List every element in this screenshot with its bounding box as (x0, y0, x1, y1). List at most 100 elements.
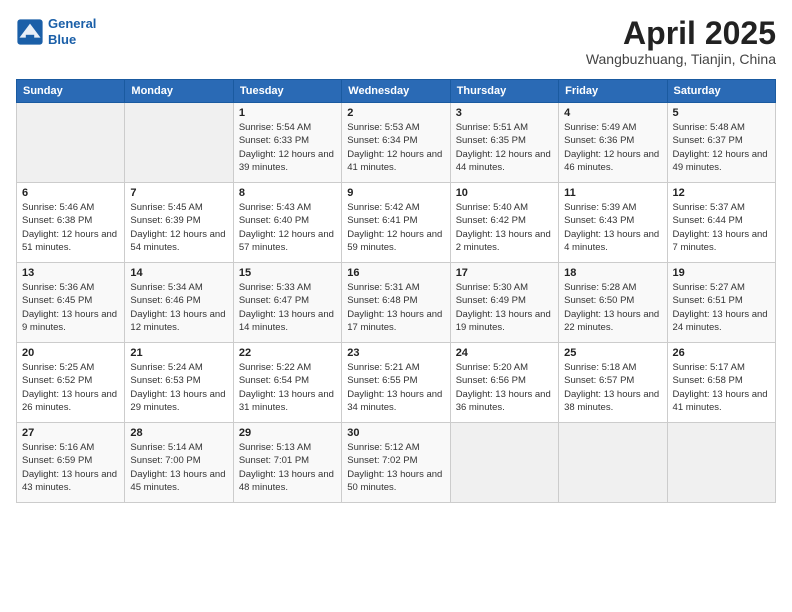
calendar-cell: 9 Sunrise: 5:42 AM Sunset: 6:41 PM Daylig… (342, 183, 450, 263)
day-info: Sunrise: 5:34 AM Sunset: 6:46 PM Dayligh… (130, 281, 227, 334)
day-number: 2 (347, 107, 444, 119)
day-number: 27 (22, 427, 119, 439)
day-info: Sunrise: 5:20 AM Sunset: 6:56 PM Dayligh… (456, 361, 553, 414)
header-saturday: Saturday (667, 80, 775, 103)
day-info: Sunrise: 5:42 AM Sunset: 6:41 PM Dayligh… (347, 201, 444, 254)
calendar-cell: 8 Sunrise: 5:43 AM Sunset: 6:40 PM Daylig… (233, 183, 341, 263)
day-info: Sunrise: 5:46 AM Sunset: 6:38 PM Dayligh… (22, 201, 119, 254)
day-info: Sunrise: 5:49 AM Sunset: 6:36 PM Dayligh… (564, 121, 661, 174)
day-number: 21 (130, 347, 227, 359)
calendar-cell (17, 103, 125, 183)
day-info: Sunrise: 5:54 AM Sunset: 6:33 PM Dayligh… (239, 121, 336, 174)
calendar-cell: 11Sunrise: 5:39 AM Sunset: 6:43 PM Dayli… (559, 183, 667, 263)
logo-line1: General (48, 16, 96, 31)
calendar-cell: 24 Sunrise: 5:20 AM Sunset: 6:56 PM Dayli… (450, 343, 558, 423)
day-number: 29 (239, 427, 336, 439)
month-title: April 2025 (586, 16, 776, 51)
header-sunday: Sunday (17, 80, 125, 103)
day-info: Sunrise: 5:13 AM Sunset: 7:01 PM Dayligh… (239, 441, 336, 494)
header-thursday: Thursday (450, 80, 558, 103)
calendar-header: Sunday Monday Tuesday Wednesday Thursday… (17, 80, 776, 103)
day-number: 9 (347, 187, 444, 199)
calendar-cell: 6 Sunrise: 5:46 AM Sunset: 6:38 PM Daylig… (17, 183, 125, 263)
day-info: Sunrise: 5:18 AM Sunset: 6:57 PM Dayligh… (564, 361, 661, 414)
day-info: Sunrise: 5:24 AM Sunset: 6:53 PM Dayligh… (130, 361, 227, 414)
day-info: Sunrise: 5:16 AM Sunset: 6:59 PM Dayligh… (22, 441, 119, 494)
calendar-row-1: 6 Sunrise: 5:46 AM Sunset: 6:38 PM Daylig… (17, 183, 776, 263)
title-block: April 2025 Wangbuzhuang, Tianjin, China (586, 16, 776, 67)
day-number: 28 (130, 427, 227, 439)
day-number: 8 (239, 187, 336, 199)
day-info: Sunrise: 5:51 AM Sunset: 6:35 PM Dayligh… (456, 121, 553, 174)
day-info: Sunrise: 5:27 AM Sunset: 6:51 PM Dayligh… (673, 281, 770, 334)
day-info: Sunrise: 5:43 AM Sunset: 6:40 PM Dayligh… (239, 201, 336, 254)
calendar-cell: 17Sunrise: 5:30 AM Sunset: 6:49 PM Dayli… (450, 263, 558, 343)
header-friday: Friday (559, 80, 667, 103)
calendar-cell (667, 423, 775, 503)
day-info: Sunrise: 5:53 AM Sunset: 6:34 PM Dayligh… (347, 121, 444, 174)
calendar-cell: 21 Sunrise: 5:24 AM Sunset: 6:53 PM Dayli… (125, 343, 233, 423)
calendar-row-0: 1 Sunrise: 5:54 AM Sunset: 6:33 PM Daylig… (17, 103, 776, 183)
calendar-cell: 15 Sunrise: 5:33 AM Sunset: 6:47 PM Dayli… (233, 263, 341, 343)
day-number: 1 (239, 107, 336, 119)
day-number: 30 (347, 427, 444, 439)
day-number: 3 (456, 107, 553, 119)
day-number: 14 (130, 267, 227, 279)
calendar-cell: 26 Sunrise: 5:17 AM Sunset: 6:58 PM Dayli… (667, 343, 775, 423)
day-info: Sunrise: 5:36 AM Sunset: 6:45 PM Dayligh… (22, 281, 119, 334)
day-info: Sunrise: 5:28 AM Sunset: 6:50 PM Dayligh… (564, 281, 661, 334)
calendar-cell: 29 Sunrise: 5:13 AM Sunset: 7:01 PM Dayli… (233, 423, 341, 503)
day-number: 20 (22, 347, 119, 359)
calendar-cell: 3 Sunrise: 5:51 AM Sunset: 6:35 PM Daylig… (450, 103, 558, 183)
calendar-body: 1 Sunrise: 5:54 AM Sunset: 6:33 PM Daylig… (17, 103, 776, 503)
day-info: Sunrise: 5:45 AM Sunset: 6:39 PM Dayligh… (130, 201, 227, 254)
day-info: Sunrise: 5:17 AM Sunset: 6:58 PM Dayligh… (673, 361, 770, 414)
calendar-cell: 13Sunrise: 5:36 AM Sunset: 6:45 PM Dayli… (17, 263, 125, 343)
calendar-cell: 1 Sunrise: 5:54 AM Sunset: 6:33 PM Daylig… (233, 103, 341, 183)
day-number: 4 (564, 107, 661, 119)
day-info: Sunrise: 5:33 AM Sunset: 6:47 PM Dayligh… (239, 281, 336, 334)
day-info: Sunrise: 5:12 AM Sunset: 7:02 PM Dayligh… (347, 441, 444, 494)
day-number: 26 (673, 347, 770, 359)
calendar-cell: 28 Sunrise: 5:14 AM Sunset: 7:00 PM Dayli… (125, 423, 233, 503)
page-header: General Blue April 2025 Wangbuzhuang, Ti… (16, 16, 776, 67)
calendar-cell (450, 423, 558, 503)
header-tuesday: Tuesday (233, 80, 341, 103)
day-number: 12 (673, 187, 770, 199)
day-info: Sunrise: 5:40 AM Sunset: 6:42 PM Dayligh… (456, 201, 553, 254)
calendar-cell: 27 Sunrise: 5:16 AM Sunset: 6:59 PM Dayli… (17, 423, 125, 503)
logo-text: General Blue (48, 16, 96, 47)
day-number: 5 (673, 107, 770, 119)
day-number: 18 (564, 267, 661, 279)
calendar-cell: 30 Sunrise: 5:12 AM Sunset: 7:02 PM Dayli… (342, 423, 450, 503)
calendar-cell: 19Sunrise: 5:27 AM Sunset: 6:51 PM Dayli… (667, 263, 775, 343)
calendar-row-2: 13Sunrise: 5:36 AM Sunset: 6:45 PM Dayli… (17, 263, 776, 343)
calendar-cell (559, 423, 667, 503)
day-info: Sunrise: 5:39 AM Sunset: 6:43 PM Dayligh… (564, 201, 661, 254)
day-number: 22 (239, 347, 336, 359)
day-number: 25 (564, 347, 661, 359)
day-number: 10 (456, 187, 553, 199)
calendar-cell: 2 Sunrise: 5:53 AM Sunset: 6:34 PM Daylig… (342, 103, 450, 183)
day-info: Sunrise: 5:31 AM Sunset: 6:48 PM Dayligh… (347, 281, 444, 334)
day-number: 16 (347, 267, 444, 279)
day-number: 6 (22, 187, 119, 199)
calendar-cell: 20 Sunrise: 5:25 AM Sunset: 6:52 PM Dayli… (17, 343, 125, 423)
day-number: 24 (456, 347, 553, 359)
day-info: Sunrise: 5:37 AM Sunset: 6:44 PM Dayligh… (673, 201, 770, 254)
location: Wangbuzhuang, Tianjin, China (586, 51, 776, 67)
calendar-cell: 10 Sunrise: 5:40 AM Sunset: 6:42 PM Dayli… (450, 183, 558, 263)
logo: General Blue (16, 16, 96, 47)
calendar-cell: 14 Sunrise: 5:34 AM Sunset: 6:46 PM Dayli… (125, 263, 233, 343)
day-info: Sunrise: 5:14 AM Sunset: 7:00 PM Dayligh… (130, 441, 227, 494)
day-number: 15 (239, 267, 336, 279)
day-info: Sunrise: 5:22 AM Sunset: 6:54 PM Dayligh… (239, 361, 336, 414)
day-info: Sunrise: 5:30 AM Sunset: 6:49 PM Dayligh… (456, 281, 553, 334)
header-row: Sunday Monday Tuesday Wednesday Thursday… (17, 80, 776, 103)
day-info: Sunrise: 5:25 AM Sunset: 6:52 PM Dayligh… (22, 361, 119, 414)
header-monday: Monday (125, 80, 233, 103)
calendar-cell: 5 Sunrise: 5:48 AM Sunset: 6:37 PM Daylig… (667, 103, 775, 183)
calendar-row-3: 20 Sunrise: 5:25 AM Sunset: 6:52 PM Dayli… (17, 343, 776, 423)
day-info: Sunrise: 5:48 AM Sunset: 6:37 PM Dayligh… (673, 121, 770, 174)
logo-icon (16, 18, 44, 46)
